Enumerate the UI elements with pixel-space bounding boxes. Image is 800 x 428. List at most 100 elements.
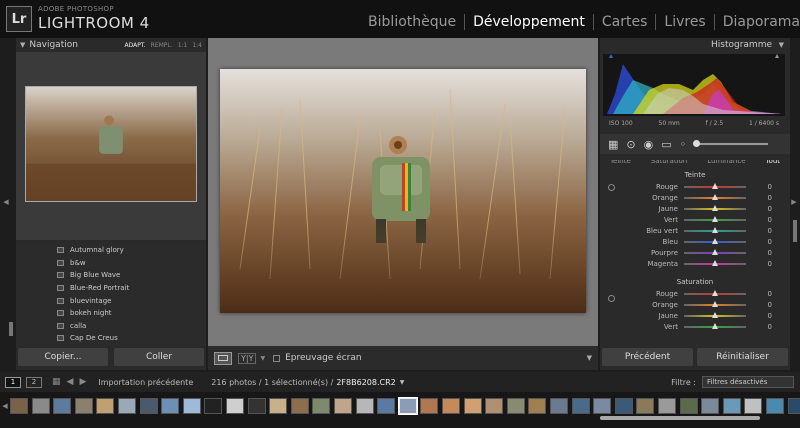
slider-track[interactable] [684,322,746,329]
navigator-preview[interactable] [16,52,206,240]
screen-1-button[interactable]: 1 [5,376,21,388]
right-scrollbar[interactable] [793,220,797,242]
zoom-fill[interactable]: REMPL. [151,42,173,49]
slider-track[interactable] [684,215,746,222]
slider-value[interactable]: 0 [746,249,772,257]
source-label[interactable]: Importation précédente [98,378,193,387]
tab-saturation[interactable]: Saturation [651,160,688,168]
filmstrip-thumbnail[interactable] [355,398,374,414]
tab-hue[interactable]: Teinte [610,160,631,168]
copy-button[interactable]: Copier... [18,348,108,366]
filmstrip-thumbnail[interactable] [463,398,482,414]
histogram-header[interactable]: Histogramme [600,38,790,52]
slider-thumb[interactable] [712,215,718,222]
zoom-fit[interactable]: ADAPT. [124,42,145,49]
spot-removal-icon[interactable]: ⊙ [626,138,635,151]
forward-arrow-icon[interactable]: ▶ [79,377,86,387]
slider-thumb[interactable] [712,248,718,255]
softproof-checkbox[interactable] [273,354,281,362]
filter-select[interactable]: Filtres désactivés [702,376,794,388]
filmstrip-thumbnail[interactable] [528,398,547,414]
filmstrip-thumbnail[interactable] [96,398,115,414]
slider-value[interactable]: 0 [746,238,772,246]
right-panel-toggle-icon[interactable]: ▶ [790,198,798,206]
slider-value[interactable]: 0 [746,216,772,224]
slider-thumb[interactable] [712,237,718,244]
slider-value[interactable]: 0 [746,312,772,320]
filmstrip-thumbnail[interactable] [31,398,50,414]
slider-track[interactable] [684,226,746,233]
selected-filename[interactable]: 2F8B6208.CR2 [336,378,395,387]
slider-track[interactable] [684,182,746,189]
zoom-1-4[interactable]: 1:4 [192,42,202,49]
filmstrip-thumbnail[interactable] [571,398,590,414]
adjustment-brush-icon[interactable]: ◦ [680,138,687,151]
filmstrip-thumbnail[interactable] [766,398,784,414]
filmstrip-thumbnail[interactable] [377,398,396,414]
navigator-header[interactable]: ▼ Navigation ADAPT. REMPL. 1:1 1:4 [16,38,206,52]
slider-track[interactable] [684,259,746,266]
filmstrip-thumbnail[interactable] [226,398,244,414]
filmstrip-thumbnail[interactable] [722,398,741,414]
loupe-view-button[interactable] [214,351,232,365]
slider-value[interactable]: 0 [746,205,772,213]
filmstrip-thumbnail[interactable] [10,398,28,414]
module-book[interactable]: Livres [656,14,715,30]
filmstrip-thumbnail[interactable] [787,398,800,414]
brush-slider[interactable] [693,140,769,147]
slider-track[interactable] [684,289,746,296]
slider-thumb[interactable] [712,204,718,211]
slider-value[interactable]: 0 [746,227,772,235]
zoom-1-1[interactable]: 1:1 [178,42,188,49]
histogram-chart[interactable] [603,54,785,116]
slider-thumb[interactable] [712,311,718,318]
filmstrip-thumbnail[interactable] [593,398,612,414]
filmstrip-thumbnail[interactable] [636,398,655,414]
grid-crop-icon[interactable]: ▦ [608,138,618,151]
collapse-triangle-icon[interactable]: ▼ [779,41,784,49]
preset-item[interactable]: Cap De Creus [16,332,206,345]
before-after-button[interactable]: Y|Y [238,352,257,364]
preset-item[interactable]: calla [16,320,206,333]
photo-canvas[interactable] [208,38,598,346]
preset-item[interactable]: Blue-Red Portrait [16,282,206,295]
slider-track[interactable] [684,311,746,318]
toolbar-menu-icon[interactable]: ▼ [587,354,592,362]
module-develop[interactable]: Développement [465,14,594,30]
filmstrip-thumbnail[interactable] [658,398,676,414]
filmstrip-thumbnail[interactable] [420,398,439,414]
preset-item[interactable]: Autumnal glory [16,244,206,257]
preset-item[interactable]: Big Blue Wave [16,269,206,282]
filmstrip-thumbnail[interactable] [182,398,201,414]
grid-view-icon[interactable]: ▦ [52,377,61,387]
preset-item[interactable]: b&w [16,257,206,270]
filmstrip-thumbnail[interactable] [161,398,180,414]
filmstrip-thumbnail[interactable] [204,398,223,414]
filmstrip-thumbnail[interactable] [269,398,288,414]
filmstrip-thumbnail[interactable] [53,398,72,414]
slider-thumb[interactable] [712,289,718,296]
navigator-thumbnail[interactable] [25,86,197,202]
slider-track[interactable] [684,237,746,244]
filmstrip-left-icon[interactable]: ◀ [1,402,9,410]
slider-value[interactable]: 0 [746,290,772,298]
filmstrip-thumbnail[interactable] [744,398,763,414]
filmstrip-thumbnail[interactable] [550,398,568,414]
module-library[interactable]: Bibliothèque [360,14,466,30]
filmstrip-thumbnail[interactable] [247,398,266,414]
left-scrollbar[interactable] [9,322,13,336]
slider-value[interactable]: 0 [746,323,772,331]
red-eye-icon[interactable]: ◉ [644,138,654,151]
tab-luminance[interactable]: Luminance [707,160,745,168]
filmstrip-thumbnail[interactable] [397,397,418,415]
slider-value[interactable]: 0 [746,301,772,309]
preset-item[interactable]: bokeh night [16,307,206,320]
slider-thumb[interactable] [712,226,718,233]
filmstrip-thumbnail[interactable] [334,398,352,414]
slider-track[interactable] [684,204,746,211]
reset-button[interactable]: Réinitialiser [697,348,788,366]
slider-track[interactable] [684,300,746,307]
module-map[interactable]: Cartes [594,14,657,30]
filmstrip-thumbnail[interactable] [701,398,720,414]
filmstrip-thumbnail[interactable] [679,398,698,414]
